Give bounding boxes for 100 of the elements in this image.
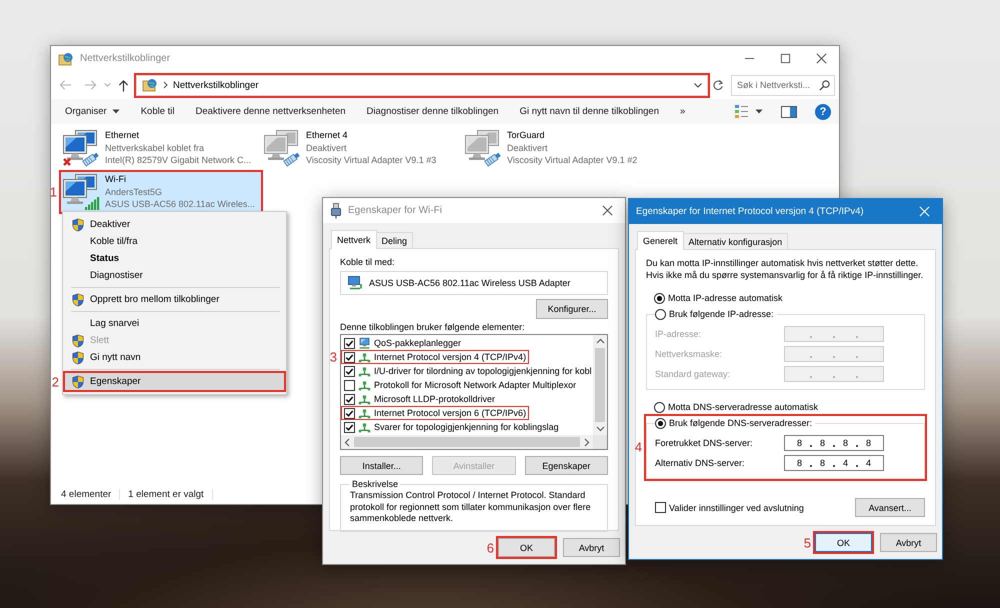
menu-item[interactable]: Lag snarvei: [65, 315, 284, 332]
radio-button[interactable]: [654, 402, 665, 412]
toolbar-button[interactable]: Diagnostiser denne tilkoblingen: [362, 103, 504, 120]
checkbox[interactable]: [344, 408, 355, 418]
radio-button[interactable]: [655, 308, 666, 320]
protocol-icon: [358, 378, 371, 392]
tab[interactable]: Deling: [376, 232, 414, 248]
radio-button[interactable]: [654, 292, 665, 304]
octet-field[interactable]: 4: [858, 456, 879, 470]
view-options-icon[interactable]: [734, 104, 749, 119]
search-field[interactable]: Søk i Nettverksti...: [731, 74, 835, 96]
menu-item[interactable]: Egenskaper: [65, 373, 284, 390]
search-icon[interactable]: [819, 80, 830, 90]
breadcrumb-item[interactable]: Nettverkstilkoblinger: [173, 80, 689, 90]
checkbox[interactable]: [655, 502, 666, 513]
dialog-button[interactable]: OK: [498, 538, 555, 557]
protocol-icon: [358, 350, 371, 364]
up-arrow-icon[interactable]: [118, 78, 129, 92]
device-name: ASUS USB-AC56 802.11ac Wireles...: [105, 198, 255, 211]
monitor-icon: [358, 336, 371, 350]
radio-option[interactable]: Motta IP-adresse automatisk: [654, 291, 925, 305]
octet-field[interactable]: 8: [835, 436, 856, 450]
list-item[interactable]: Internet Protocol versjon 6 (TCP/IPv6): [341, 406, 530, 420]
step-number: 1: [50, 186, 57, 198]
radio-option[interactable]: Bruk følgende IP-adresse:: [655, 307, 774, 321]
scroll-left-icon[interactable]: [344, 438, 350, 446]
window-title: Egenskaper for Internet Protocol versjon 4 (TCP/IPv4): [636, 206, 865, 217]
connection-name: Ethernet: [105, 129, 140, 142]
section-label: Denne tilkoblingen bruker følgende elementer:: [340, 322, 526, 332]
scrollbar-thumb[interactable]: [595, 348, 605, 422]
toolbar-button[interactable]: »: [674, 103, 690, 120]
section-label: Koble til med:: [340, 257, 396, 267]
step-number: 4: [634, 440, 642, 453]
list-item[interactable]: QoS-pakkeplanlegger: [341, 336, 464, 350]
checkbox[interactable]: [344, 352, 355, 362]
menu-item[interactable]: Opprett bro mellom tilkoblinger: [65, 291, 284, 308]
octet-field[interactable]: 8: [789, 436, 810, 450]
description-text: Transmission Control Protocol / Internet Protocol. Standard protokoll for regionnett som tillater kommunikasjon over flere sammenkoblede nettverk.: [350, 490, 592, 524]
ip-address-field[interactable]: 8 8 4 4: [784, 455, 884, 471]
toolbar-button[interactable]: Deaktivere denne nettverksenheten: [190, 103, 351, 120]
menu-item[interactable]: Deaktiver: [65, 216, 284, 233]
status-text: 1 element er valgt: [128, 488, 213, 500]
checkbox[interactable]: [344, 380, 355, 390]
list-item[interactable]: I/U-driver for tilordning av topologigjenkjenning for kobl: [341, 364, 595, 378]
toolbar-button[interactable]: Organiser: [60, 103, 125, 120]
list-item[interactable]: Protokoll for Microsoft Network Adapter Multiplexor: [341, 378, 580, 392]
address-bar[interactable]: Nettverkstilkoblinger: [136, 74, 708, 96]
advanced-button[interactable]: Avansert...: [855, 498, 925, 517]
toolbar-button[interactable]: Koble til: [136, 103, 180, 120]
field-label: Foretrukket DNS-server:: [655, 438, 753, 448]
octet-field[interactable]: 8: [789, 456, 810, 470]
octet-field[interactable]: 8: [812, 456, 833, 470]
protocol-icon: [358, 406, 371, 420]
list-item[interactable]: Internet Protocol versjon 4 (TCP/IPv4): [341, 350, 530, 364]
radio-option[interactable]: Bruk følgende DNS-serveradresser:: [655, 416, 812, 430]
checkbox[interactable]: [344, 366, 355, 376]
connection-name: Ethernet 4: [306, 129, 349, 142]
dialog-button[interactable]: Avbryt: [880, 533, 937, 552]
tab[interactable]: Alternativ konfigurasjon: [682, 233, 788, 249]
dropdown-caret-icon[interactable]: [694, 82, 702, 88]
connection-item[interactable]: Wi-Fi AndersTest5G ASUS USB-AC56 802.11ac Wireles...: [61, 172, 261, 212]
tab[interactable]: Generelt: [637, 231, 684, 250]
scroll-up-icon[interactable]: [596, 338, 604, 344]
octet-field[interactable]: 8: [858, 436, 879, 450]
close-icon[interactable]: [602, 205, 612, 216]
preview-pane-icon[interactable]: [781, 106, 797, 118]
radio-option[interactable]: Motta DNS-serveradresse automatisk: [654, 400, 925, 414]
dialog-button[interactable]: Avbryt: [563, 538, 620, 557]
scroll-down-icon[interactable]: [596, 426, 604, 432]
chevron-icon[interactable]: [163, 81, 168, 89]
menu-item[interactable]: Diagnostiser: [65, 267, 284, 284]
octet-field[interactable]: 4: [835, 456, 856, 470]
step-number: 5: [804, 536, 811, 549]
dialog-button[interactable]: Installer...: [340, 456, 424, 475]
radio-button[interactable]: [655, 418, 666, 428]
toolbar-button[interactable]: Gi nytt navn til denne tilkoblingen: [514, 103, 664, 120]
dialog-button[interactable]: OK: [815, 533, 872, 552]
scroll-right-icon[interactable]: [584, 438, 590, 446]
connection-item[interactable]: Ethernet Nettverkskabel koblet fra Intel(R) 82579V Gigabit Network C...: [61, 128, 261, 168]
refresh-icon[interactable]: [712, 79, 724, 91]
dialog-button[interactable]: Egenskaper: [524, 456, 608, 475]
list-item[interactable]: Microsoft LLDP-protokolldriver: [341, 392, 498, 406]
menu-item[interactable]: Koble til/fra: [65, 233, 284, 250]
list-item[interactable]: Svarer for topologigjenkjenning for koblingslag: [341, 420, 562, 434]
configure-button[interactable]: Konfigurer...: [536, 299, 608, 319]
ip-address-field[interactable]: 8 8 8 8: [784, 435, 884, 451]
checkbox-option[interactable]: Valider innstillinger ved avslutning: [655, 502, 804, 513]
checkbox[interactable]: [344, 422, 355, 432]
help-button[interactable]: ?: [815, 104, 831, 120]
octet-field[interactable]: 8: [812, 436, 833, 450]
menu-item[interactable]: Gi nytt navn: [65, 349, 284, 366]
checkbox[interactable]: [344, 338, 355, 348]
scrollbar-thumb[interactable]: [354, 437, 580, 447]
menu-item[interactable]: Status: [65, 250, 284, 267]
close-icon[interactable]: [816, 53, 826, 64]
caret-icon[interactable]: [755, 109, 763, 114]
tab[interactable]: Nettverk: [331, 230, 377, 249]
maximize-icon[interactable]: [780, 53, 790, 64]
checkbox[interactable]: [344, 394, 355, 404]
status-text: 4 elementer: [61, 488, 120, 500]
